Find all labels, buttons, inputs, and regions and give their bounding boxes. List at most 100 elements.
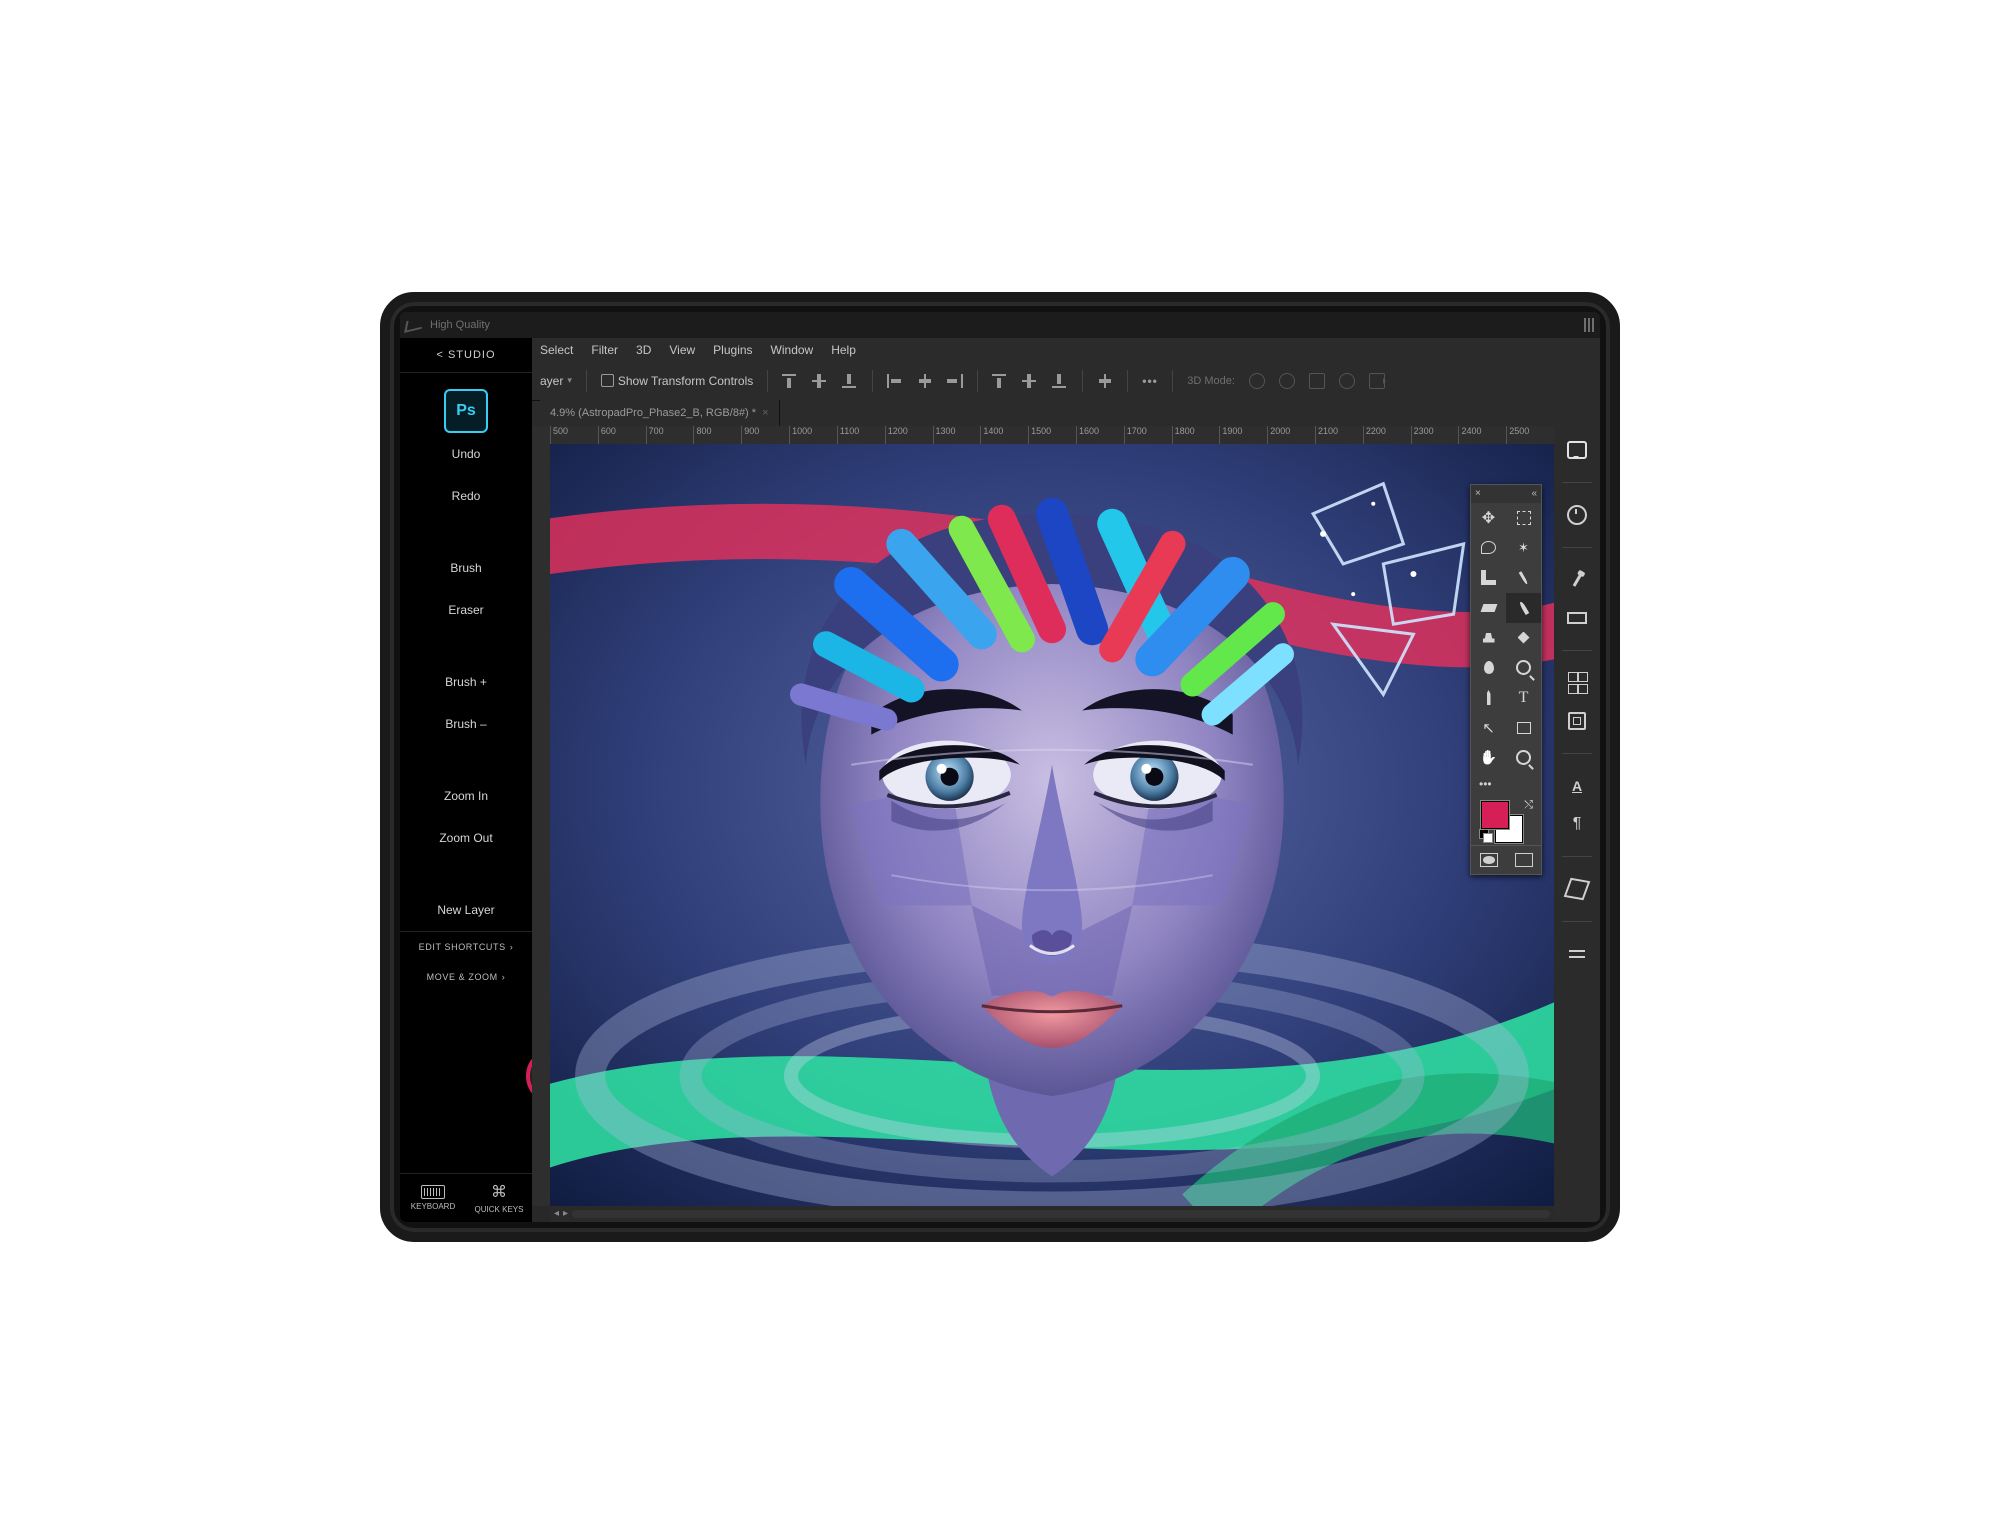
shortcut-undo[interactable]: Undo — [400, 433, 532, 475]
collapse-icon[interactable]: « — [1531, 488, 1537, 499]
brush-tool[interactable] — [1506, 593, 1541, 623]
character-panel-icon[interactable]: A — [1567, 776, 1587, 796]
adjustments-panel-icon[interactable] — [1567, 944, 1587, 964]
3d-panel-icon[interactable] — [1567, 879, 1587, 899]
blur-tool[interactable] — [1471, 653, 1506, 683]
hand-tool-icon — [1481, 750, 1497, 766]
rectangle-tool[interactable] — [1506, 713, 1541, 743]
close-tab-icon[interactable]: × — [762, 407, 768, 419]
close-icon[interactable]: × — [1475, 488, 1481, 499]
menu-view[interactable]: View — [669, 343, 695, 357]
align-top-icon[interactable] — [782, 374, 798, 388]
zoom-tool[interactable] — [1506, 743, 1541, 773]
3d-slide-icon[interactable] — [1339, 373, 1355, 389]
align-hcenter-icon[interactable] — [917, 374, 933, 388]
shortcut-new-layer[interactable]: New Layer — [400, 889, 532, 931]
wifi-icon — [404, 317, 424, 333]
align-right-icon[interactable] — [947, 374, 963, 388]
default-colors-icon[interactable] — [1479, 829, 1491, 841]
move-zoom-button[interactable]: MOVE & ZOOM› — [400, 962, 532, 992]
edit-toolbar-button[interactable]: ••• — [1471, 773, 1541, 795]
studio-back-button[interactable]: < STUDIO — [400, 338, 532, 373]
quickkeys-tab[interactable]: ⌘ QUICK KEYS — [466, 1174, 532, 1222]
screen: High Quality Select Filter 3D View Plugi… — [400, 312, 1600, 1222]
scrollbar-track[interactable] — [572, 1210, 1550, 1218]
type-tool[interactable] — [1506, 683, 1541, 713]
tools-panel[interactable]: × « ••• ⤭ — [1470, 484, 1542, 875]
tools-panel-header[interactable]: × « — [1471, 485, 1541, 503]
astropad-sidebar: < STUDIO Ps Undo Redo Brush Eraser Brush… — [400, 338, 532, 1222]
dodge-tool[interactable] — [1506, 653, 1541, 683]
keyboard-tab[interactable]: KEYBOARD — [400, 1174, 466, 1222]
align-bottom-icon[interactable] — [842, 374, 858, 388]
shortcut-brush-minus[interactable]: Brush – — [400, 703, 532, 745]
shortcut-brush-plus[interactable]: Brush + — [400, 661, 532, 703]
brush-settings-panel-icon[interactable] — [1567, 608, 1587, 628]
menu-window[interactable]: Window — [771, 343, 814, 357]
shortcut-brush[interactable]: Brush — [400, 547, 532, 589]
more-options-icon[interactable]: ••• — [1142, 374, 1158, 388]
foreground-color-swatch[interactable] — [1481, 801, 1509, 829]
zoom-tool-icon — [1516, 750, 1531, 765]
edit-shortcuts-button[interactable]: EDIT SHORTCUTS› — [400, 931, 532, 962]
shortcut-redo[interactable]: Redo — [400, 475, 532, 517]
paragraph-icon: ¶ — [1573, 815, 1582, 833]
scroll-right-icon[interactable]: ▸ — [563, 1208, 568, 1219]
3d-roll-icon[interactable] — [1279, 373, 1295, 389]
clone-source-panel-icon[interactable] — [1567, 711, 1587, 731]
ruler-tick: 2200 — [1363, 426, 1411, 444]
clone-stamp-tool[interactable] — [1471, 623, 1506, 653]
marquee-tool[interactable] — [1506, 503, 1541, 533]
screen-mode-button[interactable] — [1506, 846, 1541, 874]
photoshop-logo[interactable]: Ps — [444, 389, 488, 433]
clock-icon — [1567, 505, 1587, 525]
shortcut-zoom-in[interactable]: Zoom In — [400, 775, 532, 817]
paragraph-panel-icon[interactable]: ¶ — [1567, 814, 1587, 834]
lasso-tool[interactable] — [1471, 533, 1506, 563]
ruler-tick: 2500 — [1506, 426, 1554, 444]
pen-tool[interactable] — [1471, 683, 1506, 713]
auto-select-dropdown[interactable]: ayer ▾ — [540, 374, 572, 388]
distribute-bottom-icon[interactable] — [1052, 374, 1068, 388]
swap-colors-icon[interactable]: ⤭ — [1524, 799, 1533, 812]
distribute-vcenter-icon[interactable] — [1022, 374, 1038, 388]
eyedropper-tool[interactable] — [1506, 563, 1541, 593]
document-tab-bar: 4.9% (AstropadPro_Phase2_B, RGB/8#) * × — [540, 400, 1600, 426]
scroll-left-icon[interactable]: ◂ — [554, 1208, 559, 1219]
sidebar-toggle-handle[interactable] — [1584, 318, 1594, 332]
shortcut-eraser[interactable]: Eraser — [400, 589, 532, 631]
canvas[interactable] — [550, 444, 1554, 1206]
color-swatches: ⤭ — [1471, 795, 1541, 845]
brushes-panel-icon[interactable] — [1567, 570, 1587, 590]
menu-filter[interactable]: Filter — [591, 343, 618, 357]
comments-panel-icon[interactable] — [1567, 440, 1587, 460]
eraser-tool[interactable] — [1471, 593, 1506, 623]
horizontal-scrollbar[interactable]: ◂ ▸ — [550, 1206, 1554, 1222]
distribute-top-icon[interactable] — [992, 374, 1008, 388]
hand-tool[interactable] — [1471, 743, 1506, 773]
shortcut-zoom-out[interactable]: Zoom Out — [400, 817, 532, 859]
ruler-tick: 2400 — [1458, 426, 1506, 444]
3d-orbit-icon[interactable] — [1249, 373, 1265, 389]
3d-camera-icon[interactable] — [1369, 373, 1385, 389]
ruler-tick: 1900 — [1219, 426, 1267, 444]
menu-3d[interactable]: 3D — [636, 343, 651, 357]
standard-mode-button[interactable] — [1471, 846, 1506, 874]
path-select-tool[interactable] — [1471, 713, 1506, 743]
align-left-icon[interactable] — [887, 374, 903, 388]
align-vcenter-icon[interactable] — [812, 374, 828, 388]
move-tool[interactable] — [1471, 503, 1506, 533]
ruler-tick: 600 — [598, 426, 646, 444]
menu-plugins[interactable]: Plugins — [713, 343, 752, 357]
magic-wand-tool[interactable] — [1506, 533, 1541, 563]
3d-pan-icon[interactable] — [1309, 373, 1325, 389]
crop-tool[interactable] — [1471, 563, 1506, 593]
gradient-tool[interactable] — [1506, 623, 1541, 653]
menu-select[interactable]: Select — [540, 343, 573, 357]
distribute-hcenter-icon[interactable] — [1097, 374, 1113, 388]
swatches-panel-icon[interactable] — [1567, 673, 1587, 693]
document-tab[interactable]: 4.9% (AstropadPro_Phase2_B, RGB/8#) * × — [540, 400, 780, 426]
show-transform-checkbox[interactable]: Show Transform Controls — [601, 374, 753, 388]
history-panel-icon[interactable] — [1567, 505, 1587, 525]
menu-help[interactable]: Help — [831, 343, 856, 357]
